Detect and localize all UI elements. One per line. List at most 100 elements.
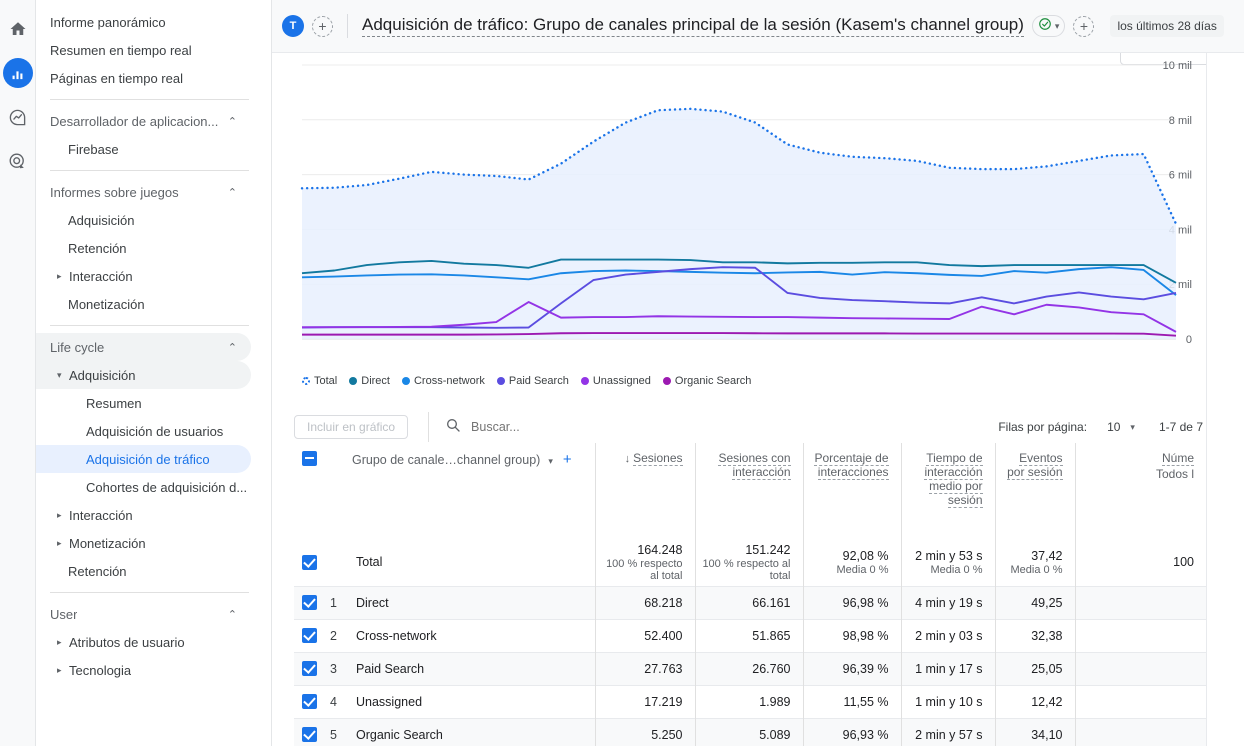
sidebar-item-monetizaci-n[interactable]: ▸ Monetización	[36, 529, 251, 557]
row-checkbox[interactable]	[302, 661, 317, 677]
chevron-down-icon: ▾	[1054, 20, 1060, 31]
row-metric-cell: 5.250	[594, 717, 695, 746]
table-row[interactable]: 1 Direct 68.218 66.161 96,98 % 4 min y 19 s 49…	[294, 585, 1206, 619]
legend-color-dot	[496, 377, 505, 385]
row-metric-cell	[1074, 585, 1206, 619]
chevron-up-icon[interactable]: ⌃	[228, 115, 237, 128]
chevron-up-icon[interactable]: ⌃	[228, 608, 237, 621]
row-dimension-value: Paid Search	[352, 651, 595, 685]
sidebar-item-interacci-n[interactable]: ▸ Interacción	[36, 262, 251, 290]
table-total-row[interactable]: Total 164.248 100 % respecto al total 151.2…	[294, 539, 1206, 586]
add-comparison-button[interactable]: +	[312, 15, 333, 37]
row-checkbox[interactable]	[302, 694, 317, 710]
sidebar-item-retenci-n[interactable]: Retención	[36, 234, 251, 262]
sidebar-item-interacci-n[interactable]: ▸ Interacción	[36, 501, 251, 529]
sidebar-item-cohortes-de-adquisici-n-d[interactable]: Cohortes de adquisición d...	[36, 473, 251, 501]
sidebar-item-informe-panor-mico[interactable]: Informe panorámico	[36, 8, 251, 36]
chevron-down-icon[interactable]: ▾	[548, 456, 553, 466]
legend-item-unassigned[interactable]: Unassigned	[580, 375, 651, 387]
legend-item-paid-search[interactable]: Paid Search	[496, 375, 569, 387]
page-title[interactable]: Adquisición de tráfico: Grupo de canales…	[362, 15, 1024, 37]
row-index: 4	[330, 684, 352, 718]
reports-bar-chart-icon[interactable]	[2, 58, 33, 88]
row-checkbox[interactable]	[302, 727, 317, 743]
sidebar-item-resumen-en-tiempo-real[interactable]: Resumen en tiempo real	[36, 36, 251, 64]
column-header-eventos-por-sesi-n[interactable]: Eventos por sesión	[994, 443, 1075, 539]
sidebar-item-label: Desarrollador de aplicacion...	[50, 113, 219, 129]
row-index: 2	[330, 618, 352, 652]
sidebar-item-tecnologia[interactable]: ▸ Tecnologia	[36, 656, 251, 684]
topbar: T + Adquisición de tráfico: Grupo de can…	[272, 0, 1244, 53]
sidebar-item-adquisici-n-de-usuarios[interactable]: Adquisición de usuarios	[36, 417, 251, 445]
chevron-up-icon[interactable]: ⌃	[228, 186, 237, 199]
date-range-selector[interactable]: los últimos 28 días	[1110, 15, 1224, 37]
chevron-right-icon: ▸	[57, 537, 62, 548]
sidebar-item-monetizaci-n[interactable]: Monetización	[36, 290, 251, 318]
search-input[interactable]	[471, 420, 772, 434]
metric-value: 27.763	[644, 661, 683, 676]
sidebar-item-label: Resumen	[86, 395, 142, 411]
legend-item-organic-search[interactable]: Organic Search	[662, 375, 751, 387]
chevron-up-icon[interactable]: ⌃	[228, 341, 237, 354]
sidebar-item-adquisici-n[interactable]: ▾ Adquisición	[36, 361, 251, 389]
column-header-porcentaje-de-interacciones[interactable]: Porcentaje de interacciones	[802, 443, 901, 539]
sidebar-item-atributos-de-usuario[interactable]: ▸ Atributos de usuario	[36, 628, 251, 656]
row-checkbox[interactable]	[302, 628, 317, 644]
sidebar-item-adquisici-n[interactable]: Adquisición	[36, 206, 251, 234]
sidebar-item-firebase[interactable]: Firebase	[36, 135, 251, 163]
advertising-icon[interactable]	[3, 146, 33, 176]
sidebar-item-adquisici-n-de-tr-fico[interactable]: Adquisición de tráfico	[36, 445, 251, 473]
metric-value: 51.865	[752, 628, 791, 643]
column-header-sesiones[interactable]: ↓ Sesiones	[594, 443, 695, 539]
toolbar-divider	[347, 14, 348, 38]
sidebar-item-resumen[interactable]: Resumen	[36, 389, 251, 417]
sidebar-item-p-ginas-en-tiempo-real[interactable]: Páginas en tiempo real	[36, 64, 251, 92]
sidebar-item-label: Interacción	[69, 507, 133, 523]
dimension-header[interactable]: Grupo de canale…channel group) ▾ +	[352, 443, 595, 539]
row-checkbox[interactable]	[302, 595, 317, 611]
sidebar-item-life-cycle[interactable]: Life cycle ⌃	[36, 333, 251, 361]
column-header-n-me[interactable]: Núme Todos l	[1074, 443, 1206, 539]
table-row[interactable]: 5 Organic Search 5.250 5.089 96,93 % 2 min y …	[294, 717, 1206, 746]
column-header-label: Sesiones	[633, 451, 683, 466]
column-header-sesiones-con-interacci-n[interactable]: Sesiones con interacción	[694, 443, 803, 539]
table-row[interactable]: 3 Paid Search 27.763 26.760 96,39 % 1 min y 1…	[294, 651, 1206, 685]
row-dimension-value: Organic Search	[352, 717, 595, 746]
chevron-down-icon[interactable]: ▾	[1130, 422, 1135, 433]
sidebar-item-user[interactable]: User ⌃	[36, 600, 251, 628]
add-report-button[interactable]: +	[1073, 15, 1095, 37]
search-box[interactable]	[445, 417, 772, 438]
sidebar-divider	[50, 99, 249, 100]
table-header-row: Grupo de canale…channel group) ▾ + ↓ Sesione…	[294, 443, 1206, 539]
sidebar-item-retenci-n[interactable]: Retención	[36, 557, 251, 585]
avatar[interactable]: T	[282, 15, 304, 37]
select-all-checkbox[interactable]	[302, 451, 317, 467]
row-metric-cell: 32,38	[994, 618, 1075, 652]
add-dimension-button[interactable]: +	[563, 451, 572, 468]
row-metric-cell: 164.248 100 % respecto al total	[594, 539, 695, 586]
data-table: Grupo de canale…channel group) ▾ + ↓ Sesione…	[294, 443, 1206, 746]
column-header-tiempo-de-interacci-n-medio-por-sesi-n[interactable]: Tiempo de interacción medio por sesión	[900, 443, 995, 539]
row-checkbox[interactable]	[302, 554, 317, 570]
legend-item-cross-network[interactable]: Cross-network	[401, 375, 485, 387]
include-in-chart-button[interactable]: Incluir en gráfico	[294, 415, 409, 439]
home-icon[interactable]	[3, 14, 33, 44]
svg-text:8 mil: 8 mil	[1169, 115, 1192, 127]
metric-value: 98,98 %	[842, 628, 889, 643]
explore-icon[interactable]	[3, 102, 33, 132]
sidebar-item-informes-sobre-juegos[interactable]: Informes sobre juegos ⌃	[36, 178, 251, 206]
sidebar-item-desarrollador-de-aplicacion[interactable]: Desarrollador de aplicacion... ⌃	[36, 107, 251, 135]
metric-value: 37,42	[1031, 548, 1063, 563]
table-row[interactable]: 4 Unassigned 17.219 1.989 11,55 % 1 min y 10 …	[294, 684, 1206, 718]
traffic-acquisition-chart[interactable]: 02 mil4 mil6 mil8 mil10 mil29ene3101feb0…	[272, 53, 1206, 343]
report-status-chip[interactable]: ▾	[1031, 15, 1066, 37]
rows-per-page-value[interactable]: 10	[1107, 420, 1120, 434]
legend-item-total[interactable]: Total	[302, 375, 337, 387]
rows-per-page-label: Filas por página:	[998, 420, 1088, 434]
metric-value: 1 min y 17 s	[915, 661, 983, 676]
table-row[interactable]: 2 Cross-network 52.400 51.865 98,98 % 2 min y…	[294, 618, 1206, 652]
metric-value: 11,55 %	[843, 694, 889, 709]
legend-item-direct[interactable]: Direct	[349, 375, 390, 387]
metric-value: 96,98 %	[842, 595, 889, 610]
row-metric-cell: 68.218	[594, 585, 695, 619]
